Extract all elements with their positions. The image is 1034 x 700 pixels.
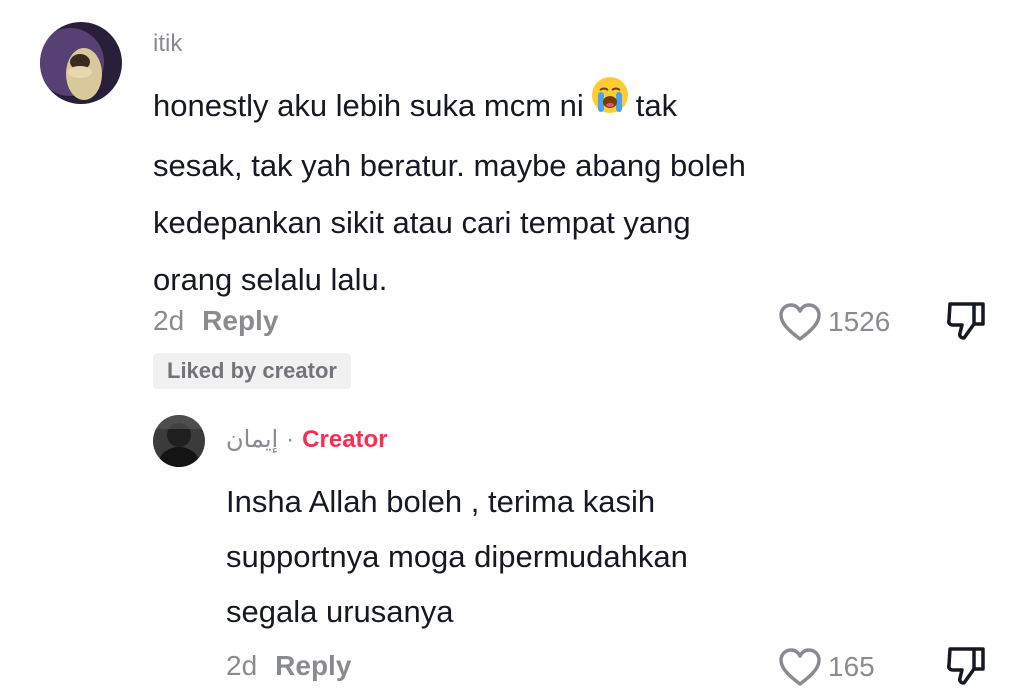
thumbs-down-icon	[947, 302, 985, 340]
comment-like-button[interactable]: 1526	[778, 302, 890, 342]
liked-by-creator-badge: Liked by creator	[153, 353, 351, 389]
loudly-crying-face-icon	[590, 75, 630, 133]
comment-line-1: honestly aku lebih suka mcm ni tak	[153, 75, 853, 137]
commenter-avatar[interactable]	[40, 22, 122, 104]
reply-reply-button[interactable]: Reply	[275, 650, 351, 681]
reply-meta: 2d Reply	[226, 650, 351, 682]
reply-like-button[interactable]: 165	[778, 647, 875, 687]
comment-line-2: sesak, tak yah beratur. maybe abang bole…	[153, 147, 746, 183]
reply-header: إيمان · Creator	[226, 425, 388, 454]
creator-avatar[interactable]	[153, 415, 205, 467]
comment-line-3: kedepankan sikit atau cari tempat yang	[153, 204, 691, 240]
creator-avatar-image	[153, 415, 205, 467]
comment-text: honestly aku lebih suka mcm ni tak sesak…	[153, 75, 853, 308]
creator-username[interactable]: إيمان	[226, 425, 278, 454]
comment-meta: 2d Reply	[153, 305, 278, 337]
reply-dislike-button[interactable]	[944, 645, 988, 692]
reply-like-count: 165	[828, 651, 875, 682]
duck-avatar-image	[40, 22, 122, 104]
reply-button[interactable]: Reply	[202, 305, 278, 336]
separator-dot: ·	[286, 425, 295, 453]
heart-icon	[779, 648, 821, 686]
comment-timestamp: 2d	[153, 305, 185, 336]
reply-line-1: Insha Allah boleh , terima kasih	[226, 484, 656, 519]
reply-line-2: supportnya moga dipermudahkan	[226, 539, 688, 574]
comment-like-count: 1526	[828, 306, 891, 337]
reply-timestamp: 2d	[226, 650, 258, 681]
comment-dislike-button[interactable]	[944, 300, 988, 347]
reply-line-3: segala urusanya	[226, 594, 454, 629]
creator-label: Creator	[302, 425, 388, 453]
comment-line-4: orang selalu lalu.	[153, 261, 388, 297]
commenter-username[interactable]: itik	[153, 30, 182, 58]
thumbs-down-icon	[947, 647, 985, 685]
heart-icon	[779, 303, 821, 341]
reply-text: Insha Allah boleh , terima kasih support…	[226, 474, 926, 639]
